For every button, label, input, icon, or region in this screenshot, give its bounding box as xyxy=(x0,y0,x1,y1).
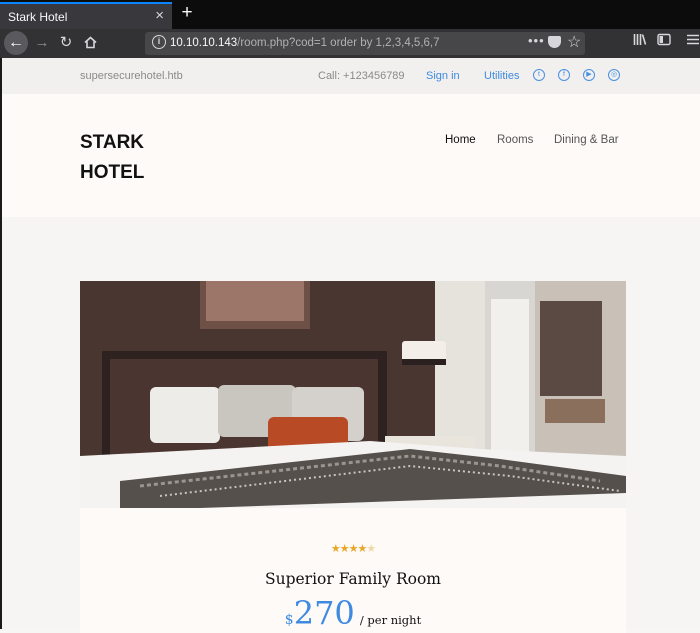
info-icon[interactable]: i xyxy=(152,35,166,49)
forward-icon[interactable]: → xyxy=(31,32,53,54)
room-price: 270 xyxy=(293,594,355,632)
sidebar-icon[interactable] xyxy=(657,33,671,49)
top-info-bar: supersecurehotel.htb Call: +123456789 Si… xyxy=(2,58,700,94)
instagram-icon[interactable]: ◎ xyxy=(608,69,620,81)
phone-number: Call: +123456789 xyxy=(318,70,405,82)
nav-dining-bar[interactable]: Dining & Bar xyxy=(554,134,619,146)
site-domain: supersecurehotel.htb xyxy=(80,70,183,82)
facebook-icon[interactable]: f xyxy=(558,69,570,81)
room-title[interactable]: Superior Family Room xyxy=(80,570,626,588)
tab-title: Stark Hotel xyxy=(8,10,68,24)
logo-line-1: STARK xyxy=(80,132,145,153)
rating-stars: ★★★★★ xyxy=(80,542,626,555)
tab-bar: Stark Hotel × + xyxy=(0,0,700,29)
youtube-icon[interactable]: ▶ xyxy=(583,69,595,81)
site-header: STARK HOTEL Home Rooms Dining & Bar xyxy=(2,94,700,217)
page-actions-icon[interactable]: ••• xyxy=(528,33,545,48)
room-photo xyxy=(80,281,626,508)
url-text[interactable]: 10.10.10.143/room.php?cod=1 order by 1,2… xyxy=(170,37,440,49)
menu-icon[interactable] xyxy=(687,33,699,49)
utilities-link[interactable]: Utilities xyxy=(484,70,519,82)
new-tab-button[interactable]: + xyxy=(176,3,198,25)
nav-rooms[interactable]: Rooms xyxy=(497,134,533,146)
tab-stark-hotel[interactable]: Stark Hotel × xyxy=(0,2,172,29)
sign-in-link[interactable]: Sign in xyxy=(426,70,460,82)
url-host: 10.10.10.143 xyxy=(170,37,238,49)
url-bar[interactable]: i 10.10.10.143/room.php?cod=1 order by 1… xyxy=(145,32,585,55)
nav-toolbar: ← → ↻ i 10.10.10.143/room.php?cod=1 orde… xyxy=(0,29,700,58)
room-card: ★★★★★ Superior Family Room $270 / per ni… xyxy=(80,508,626,633)
logo-line-2: HOTEL xyxy=(80,162,145,183)
close-tab-icon[interactable]: × xyxy=(155,7,164,24)
back-icon[interactable]: ← xyxy=(4,31,28,55)
twitter-icon[interactable]: t xyxy=(533,69,545,81)
nav-home[interactable]: Home xyxy=(445,134,476,146)
home-icon[interactable] xyxy=(79,32,101,54)
reload-icon[interactable]: ↻ xyxy=(55,32,77,54)
star-filled-icon: ★ xyxy=(330,543,341,555)
library-icon[interactable] xyxy=(633,33,647,49)
star-filled-icon: ★ xyxy=(339,543,350,555)
bookmark-star-icon[interactable]: ☆ xyxy=(567,32,581,52)
currency-symbol: $ xyxy=(284,612,294,628)
pocket-icon[interactable] xyxy=(548,36,561,48)
page-content: supersecurehotel.htb Call: +123456789 Si… xyxy=(0,58,700,633)
star-empty-icon: ★ xyxy=(366,543,376,555)
url-path: /room.php?cod=1 order by 1,2,3,4,5,6,7 xyxy=(237,37,440,49)
price-row: $270 / per night xyxy=(80,594,626,632)
hotel-logo[interactable]: STARK HOTEL xyxy=(80,128,160,188)
star-filled-icon: ★ xyxy=(357,543,367,555)
per-night-label: / per night xyxy=(359,613,422,627)
